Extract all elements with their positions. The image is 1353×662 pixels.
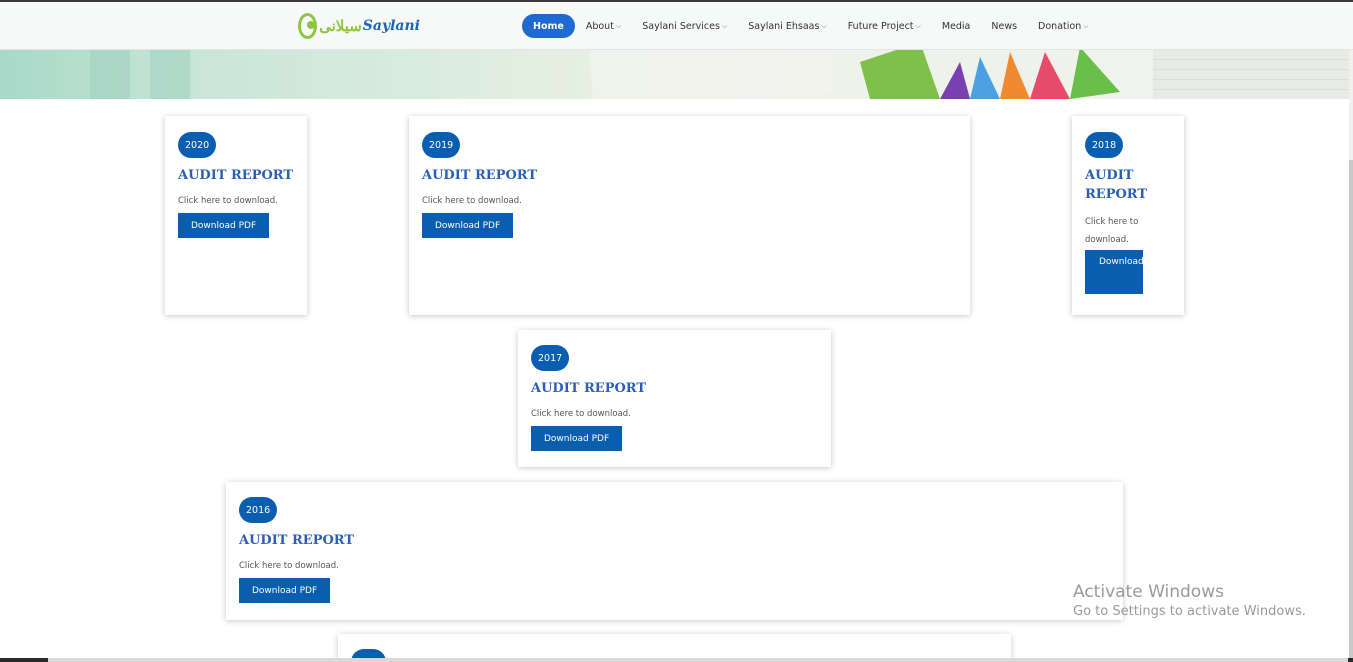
nav-item-label: Media — [941, 20, 971, 32]
main-nav: Home About ⌵ Saylani Services ⌵ Saylani Ehsaa… — [522, 14, 1110, 38]
year-badge: 2019 — [422, 132, 461, 158]
hero-figure — [90, 42, 130, 99]
nav-item-future-project[interactable]: Future Project ⌵ — [848, 21, 921, 32]
report-description: Click here to download. — [1085, 217, 1139, 245]
report-card-2016: 2016 AUDIT REPORT Click here to download… — [226, 482, 1123, 620]
report-title: AUDIT REPORT — [422, 168, 538, 183]
nav-item-media[interactable]: Media — [942, 21, 971, 32]
nav-item-label: Saylani Ehsaas — [748, 20, 820, 32]
report-card-2019: 2019 AUDIT REPORT Click here to download… — [409, 116, 970, 315]
download-pdf-button[interactable]: Download PDF — [239, 578, 331, 603]
year-badge: 2018 — [1085, 132, 1124, 158]
site-logo[interactable]: سیلانی Saylani — [298, 10, 420, 42]
chevron-down-icon: ⌵ — [615, 21, 622, 30]
nav-item-news[interactable]: News — [991, 21, 1017, 32]
report-title: AUDIT REPORT — [178, 168, 294, 183]
nav-item-label: Home — [533, 20, 564, 32]
horizontal-scrollbar[interactable] — [0, 658, 1353, 662]
report-title: AUDIT REPORT — [1085, 168, 1148, 202]
nav-item-label: Donation — [1038, 20, 1082, 32]
nav-item-label: Saylani Services — [642, 20, 720, 32]
chevron-down-icon: ⌵ — [1083, 21, 1089, 30]
hero-figure — [150, 42, 190, 99]
nav-item-donation[interactable]: Donation ⌵ — [1038, 21, 1088, 32]
download-pdf-button[interactable]: Download PDF — [531, 426, 623, 451]
report-description: Click here to download. — [239, 561, 339, 571]
navbar: سیلانی Saylani Home About ⌵ Saylani Service… — [0, 2, 1353, 50]
chevron-down-icon: ⌵ — [915, 21, 921, 30]
scrollbar-thumb[interactable] — [1349, 160, 1353, 658]
report-description: Click here to download. — [178, 196, 278, 206]
nav-item-label: Future Project — [847, 20, 914, 32]
watermark-subtitle: Go to Settings to activate Windows. — [1073, 604, 1306, 619]
year-badge: 2016 — [239, 497, 278, 523]
report-card-2018: 2018 AUDIT REPORT Click here to download… — [1072, 116, 1184, 315]
year-badge: 2020 — [178, 132, 217, 158]
vertical-scrollbar[interactable] — [1349, 50, 1353, 658]
download-pdf-label: Download PDF — [1099, 257, 1165, 267]
nav-item-label: About — [585, 20, 614, 32]
report-card-2020: 2020 AUDIT REPORT Click here to download… — [165, 116, 307, 315]
logo-emblem-icon — [298, 13, 318, 39]
report-title: AUDIT REPORT — [239, 533, 355, 548]
nav-item-saylani-ehsaas[interactable]: Saylani Ehsaas ⌵ — [748, 21, 827, 32]
nav-item-saylani-services[interactable]: Saylani Services ⌵ — [642, 21, 727, 32]
report-card-2017: 2017 AUDIT REPORT Click here to download… — [518, 330, 831, 467]
logo-text: Saylani — [362, 18, 420, 34]
year-badge: 2017 — [531, 345, 570, 371]
nav-item-label: News — [991, 20, 1018, 32]
windows-activation-watermark: Activate Windows Go to Settings to activ… — [1073, 582, 1306, 619]
report-title: AUDIT REPORT — [531, 381, 647, 396]
logo-urdu-text: سیلانی — [319, 17, 363, 35]
chevron-down-icon: ⌵ — [721, 21, 728, 30]
download-pdf-button[interactable]: Download PDF — [178, 213, 270, 238]
nav-item-about[interactable]: About ⌵ — [586, 21, 621, 32]
download-pdf-button[interactable]: Download PDF — [422, 213, 514, 238]
watermark-title: Activate Windows — [1073, 582, 1224, 602]
report-description: Click here to download. — [422, 196, 522, 206]
report-description: Click here to download. — [531, 409, 631, 419]
chevron-down-icon: ⌵ — [821, 21, 827, 30]
nav-item-home[interactable]: Home — [522, 14, 575, 38]
download-pdf-button[interactable]: Download PDF — [1085, 250, 1165, 294]
scrollbar-thumb[interactable] — [48, 658, 1348, 662]
